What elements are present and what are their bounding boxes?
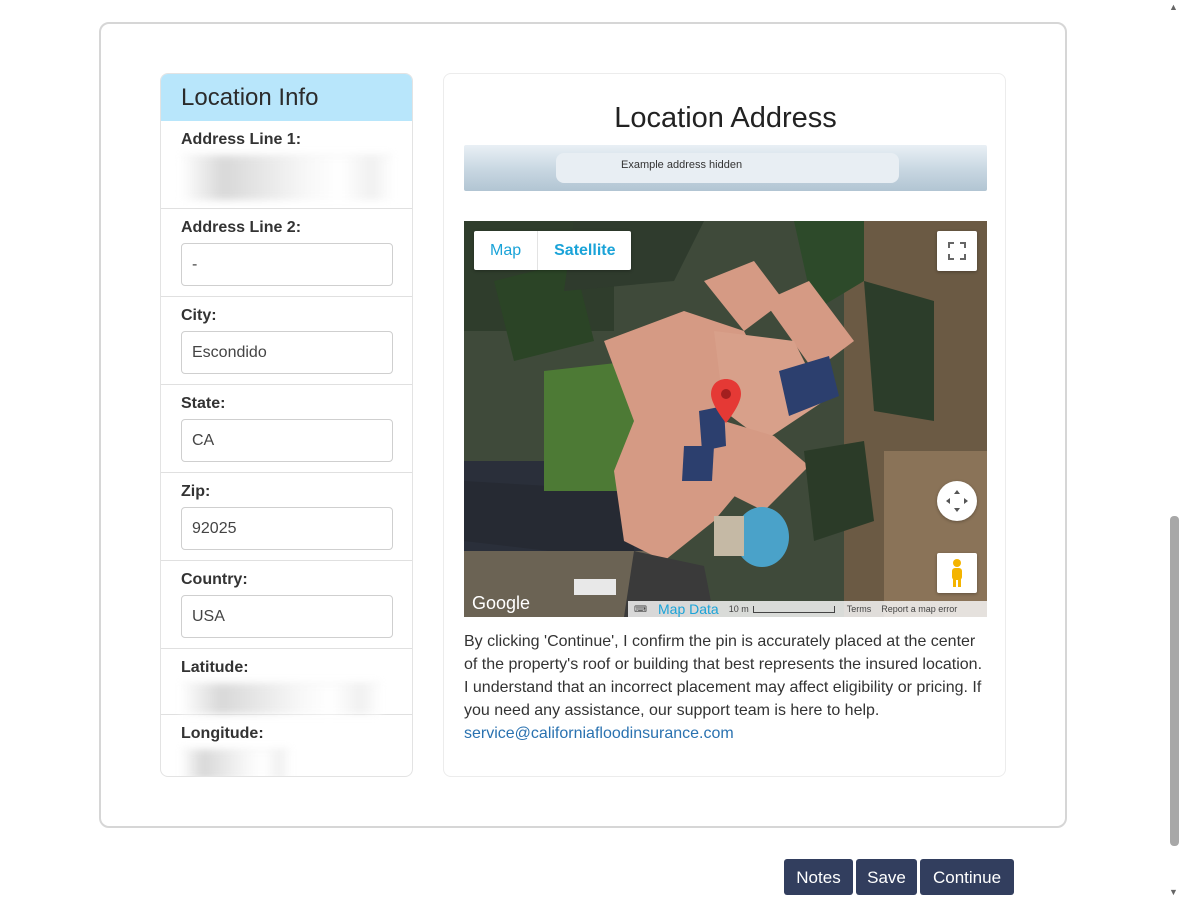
pegman-icon [952, 559, 962, 587]
map-type-toggle: Map Satellite [474, 231, 632, 270]
city-group: City: [161, 297, 412, 385]
location-address-title: Location Address [614, 102, 837, 134]
terms-link[interactable]: Terms [847, 601, 872, 617]
longitude-field-redacted [181, 749, 291, 776]
address-search-input[interactable]: Example address hidden [556, 153, 899, 183]
report-map-error-link[interactable]: Report a map error [881, 601, 957, 617]
page-scrollbar[interactable]: ▲ ▼ [1166, 0, 1182, 901]
country-group: Country: [161, 561, 412, 649]
address-line-1-field-redacted [181, 155, 393, 200]
state-group: State: [161, 385, 412, 473]
address-line-1-group: Address Line 1: [161, 121, 412, 209]
location-info-header: Location Info [161, 74, 412, 121]
map-type-satellite-button[interactable]: Satellite [537, 231, 631, 270]
map-type-map-button[interactable]: Map [474, 231, 537, 270]
zip-label: Zip: [181, 483, 211, 500]
camera-control-button[interactable] [937, 481, 977, 521]
address-line-2-label: Address Line 2: [181, 219, 302, 236]
notes-button[interactable]: Notes [784, 859, 853, 895]
city-label: City: [181, 307, 217, 324]
address-line-2-input[interactable] [181, 243, 393, 286]
latitude-label: Latitude: [181, 659, 249, 676]
support-email-link[interactable]: service@californiafloodinsurance.com [464, 725, 734, 742]
location-address-panel: Location Address Example address hidden [443, 73, 1006, 777]
address-line-1-label: Address Line 1: [181, 131, 302, 148]
fullscreen-button[interactable] [937, 231, 977, 271]
longitude-label: Longitude: [181, 725, 264, 742]
confirmation-disclaimer: By clicking 'Continue', I confirm the pi… [464, 630, 989, 745]
address-search-bar: Example address hidden [464, 145, 987, 191]
state-label: State: [181, 395, 226, 412]
zip-input[interactable] [181, 507, 393, 550]
street-view-button[interactable] [937, 553, 977, 593]
scrollbar-thumb[interactable] [1170, 516, 1179, 846]
country-input[interactable] [181, 595, 393, 638]
pan-control-icon [946, 490, 968, 512]
google-logo: Google [472, 593, 531, 613]
map-scale-label: 10 m [728, 604, 749, 614]
map-data-link[interactable]: Map Data [658, 601, 719, 617]
keyboard-shortcuts-icon[interactable]: ⌨ [634, 601, 650, 617]
state-input[interactable] [181, 419, 393, 462]
city-input[interactable] [181, 331, 393, 374]
scroll-up-icon[interactable]: ▲ [1169, 2, 1178, 12]
latitude-group: Latitude: [161, 649, 412, 715]
address-line-2-group: Address Line 2: [161, 209, 412, 297]
longitude-group: Longitude: [161, 715, 412, 776]
save-button[interactable]: Save [856, 859, 917, 895]
continue-button[interactable]: Continue [920, 859, 1014, 895]
location-pin-icon[interactable] [711, 379, 741, 423]
map-scale-bar [752, 605, 835, 613]
scroll-down-icon[interactable]: ▼ [1169, 887, 1178, 897]
fullscreen-icon [948, 242, 966, 260]
location-info-panel: Location Info Address Line 1: Address Li… [160, 73, 413, 777]
satellite-map[interactable]: Map Satellite Google ⌨ Map Data 10 m Ter… [464, 221, 987, 617]
disclaimer-text: By clicking 'Continue', I confirm the pi… [464, 633, 983, 719]
map-attribution-bar: ⌨ Map Data 10 m Terms Report a map error [628, 601, 987, 617]
country-label: Country: [181, 571, 248, 588]
latitude-field-redacted [181, 683, 381, 714]
zip-group: Zip: [161, 473, 412, 561]
